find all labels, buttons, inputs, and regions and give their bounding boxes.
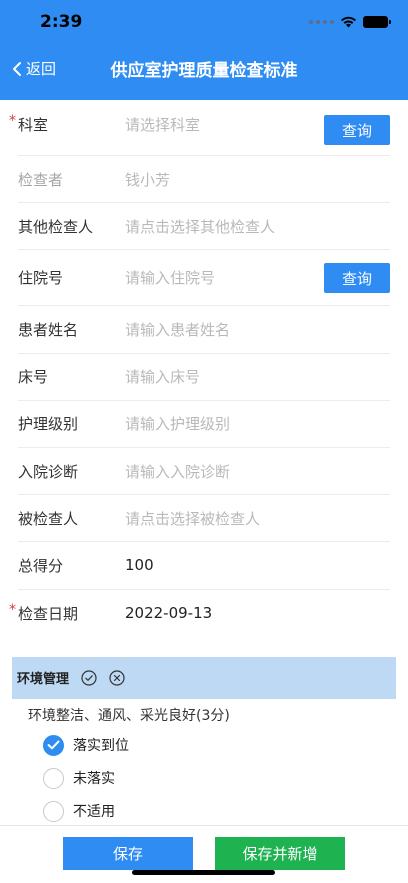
row-department[interactable]: * 科室 请选择科室 查询 [9, 100, 390, 156]
row-inspection-date[interactable]: * 检查日期 2022-09-13 [9, 590, 390, 637]
row-label-patient-name: 患者姓名 [18, 320, 79, 339]
row-label-inspection-date: * 检查日期 [9, 602, 125, 624]
required-mark: * [9, 601, 16, 618]
option-not-implemented[interactable]: 未落实 [0, 762, 408, 795]
check-all-icon[interactable] [81, 670, 97, 686]
admission-diagnosis-input[interactable]: 请输入入院诊断 [125, 461, 390, 482]
row-inspected-person[interactable]: 被检查人 请点击选择被检查人 [18, 495, 390, 543]
row-bed-number[interactable]: 床号 请输入床号 [18, 354, 390, 401]
hospital-number-query-button[interactable]: 查询 [324, 263, 390, 294]
status-icons [309, 16, 391, 28]
row-hospital-number[interactable]: 住院号 请输入住院号 查询 [18, 250, 390, 307]
department-query-button[interactable]: 查询 [324, 115, 390, 145]
row-total-score: 总得分 100 [18, 542, 390, 590]
label-text: 科室 [18, 116, 49, 134]
bottom-action-bar: 保存 保存并新增 [0, 825, 408, 883]
row-label-total-score: 总得分 [18, 556, 64, 575]
nursing-level-input[interactable]: 请输入护理级别 [125, 413, 390, 434]
inspector-value: 钱小芳 [125, 170, 171, 189]
row-other-inspectors[interactable]: 其他检查人 请点击选择其他检查人 [18, 203, 390, 251]
option-label: 落实到位 [73, 738, 129, 755]
row-label-department: * 科室 [9, 113, 125, 135]
radio-unchecked[interactable] [43, 767, 64, 789]
inspected-person-select[interactable]: 请点击选择被检查人 [125, 508, 390, 529]
save-button[interactable]: 保存 [63, 837, 193, 870]
status-time: 2:39 [40, 12, 83, 32]
row-label-nursing-level: 护理级别 [18, 415, 79, 434]
page-title: 供应室护理质量检查标准 [110, 61, 298, 81]
label-text: 检查日期 [18, 604, 79, 623]
section-header-environment: 环境管理 [12, 656, 396, 699]
total-score-value: 100 [125, 556, 154, 575]
check-icon [47, 740, 60, 750]
row-label-bed-number: 床号 [18, 368, 49, 387]
row-patient-name[interactable]: 患者姓名 请输入患者姓名 [18, 306, 390, 354]
row-inspector: 检查者 钱小芳 [18, 156, 390, 204]
home-indicator [132, 870, 275, 875]
required-mark: * [9, 113, 16, 129]
question-text: 环境整洁、通风、采光良好(3分) [28, 707, 230, 724]
row-label-other-inspectors: 其他检查人 [18, 217, 94, 236]
patient-name-input[interactable]: 请输入患者姓名 [125, 319, 390, 340]
clear-all-icon[interactable] [109, 670, 125, 686]
header-area: 2:39 返回 供应室护理质量检查标准 [0, 0, 408, 100]
option-not-applicable[interactable]: 不适用 [0, 795, 408, 828]
section-title: 环境管理 [17, 672, 70, 688]
option-implemented[interactable]: 落实到位 [0, 729, 408, 762]
wifi-icon [341, 16, 356, 28]
row-label-admission-diagnosis: 入院诊断 [18, 462, 79, 481]
option-label: 未落实 [73, 771, 115, 788]
row-label-inspector: 检查者 [18, 170, 64, 189]
other-inspectors-select[interactable]: 请点击选择其他检查人 [125, 216, 390, 237]
battery-icon [363, 16, 391, 28]
bed-number-input[interactable]: 请输入床号 [125, 366, 390, 387]
radio-unchecked[interactable] [43, 800, 64, 822]
row-admission-diagnosis[interactable]: 入院诊断 请输入入院诊断 [18, 448, 390, 496]
nav-bar: 返回 供应室护理质量检查标准 [0, 46, 408, 100]
save-and-new-button[interactable]: 保存并新增 [215, 837, 345, 870]
status-bar: 2:39 [0, 0, 408, 46]
inspection-date-picker[interactable]: 2022-09-13 [125, 604, 390, 622]
radio-checked[interactable] [43, 734, 64, 756]
row-nursing-level[interactable]: 护理级别 请输入护理级别 [18, 401, 390, 448]
option-label: 不适用 [73, 804, 115, 821]
row-label-hospital-number: 住院号 [18, 269, 64, 288]
row-label-inspected-person: 被检查人 [18, 509, 79, 528]
signal-icon [309, 20, 334, 24]
inspection-form: * 科室 请选择科室 查询 检查者 钱小芳 其他检查人 请点击选择其他检查人 住… [0, 100, 408, 637]
